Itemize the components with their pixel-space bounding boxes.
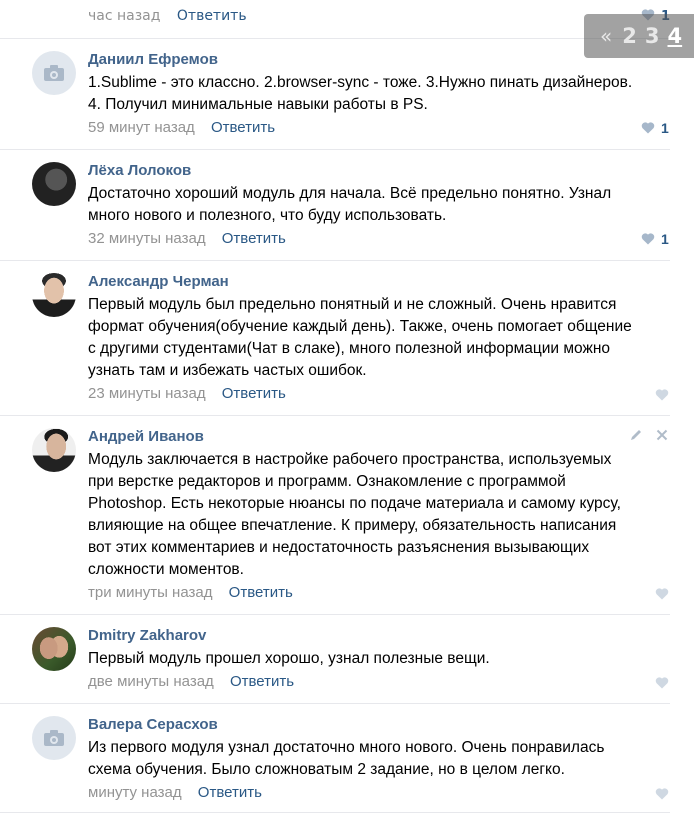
heart-icon <box>641 233 655 245</box>
camera-icon <box>44 730 64 746</box>
comment-meta: минуту назад Ответить <box>88 784 262 801</box>
comment-meta: 59 минут назад Ответить <box>88 119 275 136</box>
comment-item: Даниил Ефремов 1.Sublime - это классно. … <box>0 39 670 150</box>
avatar[interactable] <box>32 51 76 95</box>
heart-icon <box>655 588 669 600</box>
comment-author[interactable]: Лёха Лолоков <box>88 162 191 179</box>
heart-icon <box>655 788 669 800</box>
camera-icon <box>44 65 64 81</box>
comment-item: Лёха Лолоков Достаточно хороший модуль д… <box>0 150 670 261</box>
comment-author[interactable]: Dmitry Zakharov <box>88 627 206 644</box>
heart-icon <box>641 122 655 134</box>
pencil-icon[interactable] <box>629 428 643 442</box>
like-button[interactable] <box>655 675 675 691</box>
avatar[interactable] <box>32 627 76 671</box>
comment-time[interactable]: 23 минуты назад <box>88 385 206 402</box>
comment-text: Из первого модуля узнал достаточно много… <box>88 739 605 778</box>
reply-link[interactable]: Ответить <box>198 784 262 801</box>
avatar[interactable] <box>32 273 76 317</box>
heart-icon <box>655 389 669 401</box>
reply-link[interactable]: Ответить <box>222 385 286 402</box>
comment-author[interactable]: Александр Черман <box>88 273 229 290</box>
comment-meta: три минуты назад Ответить <box>88 584 293 601</box>
comment-time[interactable]: минуту назад <box>88 784 182 801</box>
comment-text: 1.Sublime - это классно. 2.browser-sync … <box>88 74 633 113</box>
reply-link[interactable]: Ответить <box>230 673 294 690</box>
comment-item: Dmitry Zakharov Первый модуль прошел хор… <box>0 615 670 704</box>
like-button[interactable]: 1 <box>641 231 669 247</box>
comment-time[interactable]: час назад <box>88 8 160 24</box>
comment-text: Достаточно хороший модуль для начала. Вс… <box>88 185 612 224</box>
comment-item: Валера Серасхов Из первого модуля узнал … <box>0 704 670 813</box>
reply-link[interactable]: Ответить <box>177 8 247 24</box>
close-icon[interactable] <box>655 428 669 442</box>
pagination-page[interactable]: 2 <box>622 24 637 48</box>
avatar[interactable] <box>32 162 76 206</box>
comment-text: Модуль заключается в настройке рабочего … <box>88 451 621 578</box>
avatar[interactable] <box>32 716 76 760</box>
comment-tools <box>629 428 669 442</box>
reply-link[interactable]: Ответить <box>229 584 293 601</box>
comment-author[interactable]: Даниил Ефремов <box>88 51 218 68</box>
like-button[interactable] <box>655 387 675 403</box>
pagination: « 2 3 4 <box>584 14 694 58</box>
comment-author[interactable]: Валера Серасхов <box>88 716 218 733</box>
comment-meta: час назад Ответить <box>88 8 247 24</box>
pagination-prev[interactable]: « <box>600 24 612 48</box>
comment-item: Андрей Иванов Модуль заключается в настр… <box>0 416 670 615</box>
pagination-page[interactable]: 3 <box>645 24 660 48</box>
pagination-current-page[interactable]: 4 <box>668 24 683 48</box>
heart-icon <box>655 677 669 689</box>
comment-time[interactable]: три минуты назад <box>88 584 212 601</box>
avatar[interactable] <box>32 428 76 472</box>
like-button[interactable] <box>655 786 675 802</box>
comment-time[interactable]: две минуты назад <box>88 673 214 690</box>
comment-text: Первый модуль был предельно понятный и н… <box>88 296 632 379</box>
comment-time[interactable]: 32 минуты назад <box>88 230 206 247</box>
comment-item: Александр Черман Первый модуль был преде… <box>0 261 670 416</box>
comment-meta: две минуты назад Ответить <box>88 673 294 690</box>
comment-meta: 23 минуты назад Ответить <box>88 385 286 402</box>
comment-meta: 32 минуты назад Ответить <box>88 230 286 247</box>
reply-link[interactable]: Ответить <box>211 119 275 136</box>
like-count: 1 <box>661 231 669 247</box>
comment-author[interactable]: Андрей Иванов <box>88 428 204 445</box>
comment-time[interactable]: 59 минут назад <box>88 119 195 136</box>
comment-text: Первый модуль прошел хорошо, узнал полез… <box>88 650 490 667</box>
like-count: 1 <box>661 120 669 136</box>
like-button[interactable] <box>655 586 675 602</box>
reply-link[interactable]: Ответить <box>222 230 286 247</box>
like-button[interactable]: 1 <box>641 120 669 136</box>
